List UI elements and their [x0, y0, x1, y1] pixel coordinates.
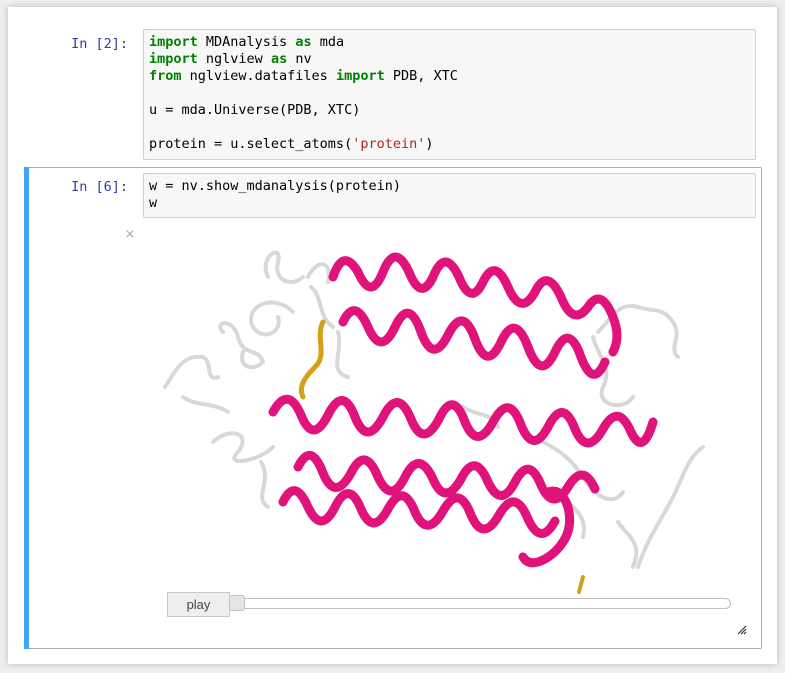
- frame-slider[interactable]: [231, 598, 731, 609]
- code-line: protein = u.select_atoms('protein'): [149, 136, 750, 153]
- frame-slider-handle[interactable]: [229, 595, 245, 611]
- code-line: w = nv.show_mdanalysis(protein): [149, 178, 750, 195]
- code-text: mda: [311, 34, 345, 50]
- code-text: MDAnalysis: [197, 34, 296, 50]
- molecule-viewer[interactable]: [143, 237, 743, 597]
- code-text: ): [425, 136, 434, 152]
- play-button[interactable]: play: [167, 592, 230, 617]
- notebook-page: In [2]: import MDAnalysis as mda import n…: [8, 7, 777, 664]
- code-keyword: import: [335, 68, 385, 84]
- code-line: u = mda.Universe(PDB, XTC): [149, 102, 750, 119]
- code-text: nglview.datafiles: [181, 68, 336, 84]
- code-keyword: as: [270, 51, 288, 67]
- resize-handle-icon[interactable]: [735, 623, 747, 635]
- code-text: nglview: [197, 51, 271, 67]
- strand-end: [577, 575, 585, 594]
- code-string: 'protein': [352, 136, 426, 152]
- beta-strand: [298, 319, 326, 400]
- code-text: w = nv.show_mdanalysis(protein): [149, 178, 401, 194]
- code-line: from nglview.datafiles import PDB, XTC: [149, 68, 750, 85]
- code-text: w: [149, 195, 158, 211]
- code-line: import nglview as nv: [149, 51, 750, 68]
- selected-cell-indicator: [24, 167, 29, 649]
- code-text: PDB, XTC: [384, 68, 458, 84]
- code-keyword: import: [149, 34, 198, 50]
- code-text: u = mda.Universe(PDB, XTC): [149, 102, 361, 118]
- code-input[interactable]: import MDAnalysis as mda import nglview a…: [143, 29, 756, 160]
- input-prompt: In [6]:: [71, 179, 128, 195]
- code-line: w: [149, 195, 750, 212]
- code-input[interactable]: w = nv.show_mdanalysis(protein) w: [143, 173, 756, 218]
- code-keyword: import: [149, 51, 198, 67]
- input-prompt: In [2]:: [71, 36, 128, 52]
- code-line: import MDAnalysis as mda: [149, 34, 750, 51]
- alpha-helices: [268, 252, 658, 568]
- code-text: nv: [287, 51, 312, 67]
- code-text: protein = u.select_atoms(: [149, 136, 353, 152]
- code-keyword: from: [149, 68, 182, 84]
- close-output-icon[interactable]: ×: [123, 228, 137, 242]
- code-keyword: as: [295, 34, 312, 50]
